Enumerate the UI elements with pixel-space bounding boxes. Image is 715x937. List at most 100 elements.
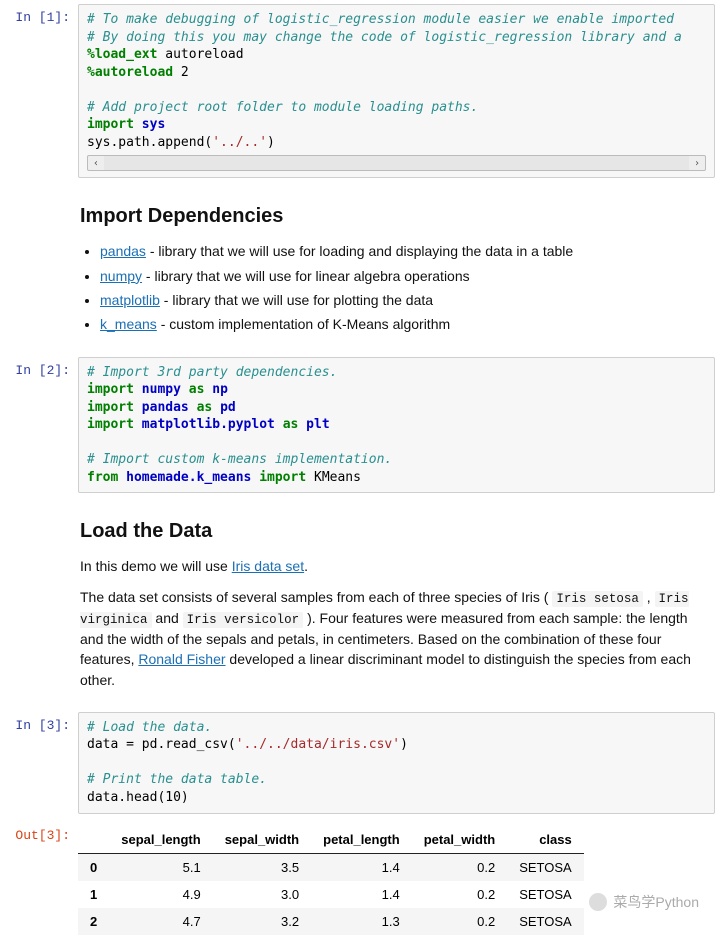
code-name: pandas: [142, 400, 189, 415]
table-row: 05.13.51.40.2SETOSA: [78, 853, 584, 881]
code-name: sys: [134, 117, 165, 132]
scroll-right-icon[interactable]: ›: [689, 157, 705, 171]
input-prompt: In [3]:: [0, 712, 78, 814]
table-cell: 4.9: [109, 881, 212, 908]
list-item-desc: - library that we will use for linear al…: [142, 268, 470, 284]
code-keyword: as: [283, 417, 299, 432]
markdown-cell-load-data: Load the Data In this demo we will use I…: [0, 497, 715, 707]
code-comment: # To make debugging of logistic_regressi…: [87, 12, 682, 27]
code-name: np: [212, 382, 228, 397]
watermark-text: 菜鸟学Python: [613, 892, 699, 912]
list-item: matplotlib - library that we will use fo…: [100, 290, 713, 310]
input-prompt: In [1]:: [0, 4, 78, 178]
table-cell: 3.0: [213, 881, 311, 908]
heading-import-dependencies: Import Dependencies: [80, 202, 713, 231]
text: The data set consists of several samples…: [80, 589, 552, 605]
table-cell: 1.3: [311, 908, 412, 935]
table-header: petal_length: [311, 826, 412, 854]
text: ,: [643, 589, 655, 605]
text: .: [304, 558, 308, 574]
list-item: k_means - custom implementation of K-Mea…: [100, 314, 713, 334]
dataframe-table: sepal_length sepal_width petal_length pe…: [78, 826, 584, 935]
link-kmeans[interactable]: k_means: [100, 316, 157, 332]
table-cell: 5.1: [109, 853, 212, 881]
table-header-row: sepal_length sepal_width petal_length pe…: [78, 826, 584, 854]
code-comment: # Import custom k-means implementation.: [87, 452, 392, 467]
code-magic: %load_ext: [87, 47, 157, 62]
code-cell-2: In [2]: # Import 3rd party dependencies.…: [0, 353, 715, 498]
table-cell: SETOSA: [507, 853, 584, 881]
scroll-left-icon[interactable]: ‹: [88, 157, 104, 171]
table-header: class: [507, 826, 584, 854]
code-body[interactable]: # To make debugging of logistic_regressi…: [78, 4, 715, 178]
row-index: 0: [78, 853, 109, 881]
row-index: 2: [78, 908, 109, 935]
code-body[interactable]: # Import 3rd party dependencies. import …: [78, 357, 715, 494]
list-item: numpy - library that we will use for lin…: [100, 266, 713, 286]
scroll-track[interactable]: [104, 156, 689, 170]
link-pandas[interactable]: pandas: [100, 243, 146, 259]
code-body[interactable]: # Load the data. data = pd.read_csv('../…: [78, 712, 715, 814]
output-cell-3: Out[3]: sepal_length sepal_width petal_l…: [0, 818, 715, 937]
heading-load-data: Load the Data: [80, 517, 713, 546]
code-text: autoreload: [157, 47, 243, 62]
code-keyword: import: [87, 417, 134, 432]
table-header: [78, 826, 109, 854]
code-name: pd: [220, 400, 236, 415]
list-item-desc: - library that we will use for loading a…: [146, 243, 573, 259]
code-text: ): [267, 135, 275, 150]
table-cell: 0.2: [412, 908, 508, 935]
row-index: 1: [78, 881, 109, 908]
link-ronald-fisher[interactable]: Ronald Fisher: [138, 651, 225, 667]
code-name: homemade.k_means: [126, 470, 251, 485]
list-item-desc: - custom implementation of K-Means algor…: [157, 316, 450, 332]
table-cell: 3.5: [213, 853, 311, 881]
table-cell: 4.7: [109, 908, 212, 935]
code-keyword: import: [87, 117, 134, 132]
inline-code: Iris setosa: [552, 591, 643, 607]
horizontal-scrollbar[interactable]: ‹ ›: [87, 155, 706, 171]
code-name: matplotlib.pyplot: [142, 417, 275, 432]
code-comment: # By doing this you may change the code …: [87, 30, 682, 45]
table-header: petal_width: [412, 826, 508, 854]
input-prompt: In [2]:: [0, 357, 78, 494]
code-name: plt: [306, 417, 329, 432]
table-cell: 0.2: [412, 853, 508, 881]
table-cell: 3.2: [213, 908, 311, 935]
table-header: sepal_length: [109, 826, 212, 854]
table-cell: 1.4: [311, 853, 412, 881]
link-iris-dataset[interactable]: Iris data set: [232, 558, 304, 574]
markdown-body: Import Dependencies pandas - library tha…: [78, 186, 715, 348]
code-comment: # Import 3rd party dependencies.: [87, 365, 337, 380]
table-cell: 1.4: [311, 881, 412, 908]
inline-code: Iris versicolor: [183, 612, 304, 628]
output-prompt: Out[3]:: [0, 822, 78, 935]
markdown-body: Load the Data In this demo we will use I…: [78, 501, 715, 703]
empty-prompt: [0, 186, 78, 348]
code-cell-3: In [3]: # Load the data. data = pd.read_…: [0, 708, 715, 818]
table-row: 14.93.01.40.2SETOSA: [78, 881, 584, 908]
code-text: 2: [173, 65, 189, 80]
link-matplotlib[interactable]: matplotlib: [100, 292, 160, 308]
code-text: data.head(10): [87, 790, 189, 805]
link-numpy[interactable]: numpy: [100, 268, 142, 284]
table-cell: SETOSA: [507, 908, 584, 935]
markdown-cell-import-deps: Import Dependencies pandas - library tha…: [0, 182, 715, 352]
watermark: 菜鸟学Python: [589, 892, 699, 912]
code-keyword: import: [87, 400, 134, 415]
code-string: '../../data/iris.csv': [236, 737, 400, 752]
text: and: [152, 610, 183, 626]
list-item: pandas - library that we will use for lo…: [100, 241, 713, 261]
code-text: data = pd.read_csv(: [87, 737, 236, 752]
watermark-icon: [589, 893, 607, 911]
code-keyword: as: [189, 382, 205, 397]
code-comment: # Load the data.: [87, 720, 212, 735]
code-comment: # Print the data table.: [87, 772, 267, 787]
code-keyword: from: [87, 470, 118, 485]
code-text: sys.path.append(: [87, 135, 212, 150]
code-text: ): [400, 737, 408, 752]
paragraph: In this demo we will use Iris data set.: [80, 556, 713, 576]
code-keyword: import: [87, 382, 134, 397]
output-body: sepal_length sepal_width petal_length pe…: [78, 822, 715, 935]
empty-prompt: [0, 501, 78, 703]
